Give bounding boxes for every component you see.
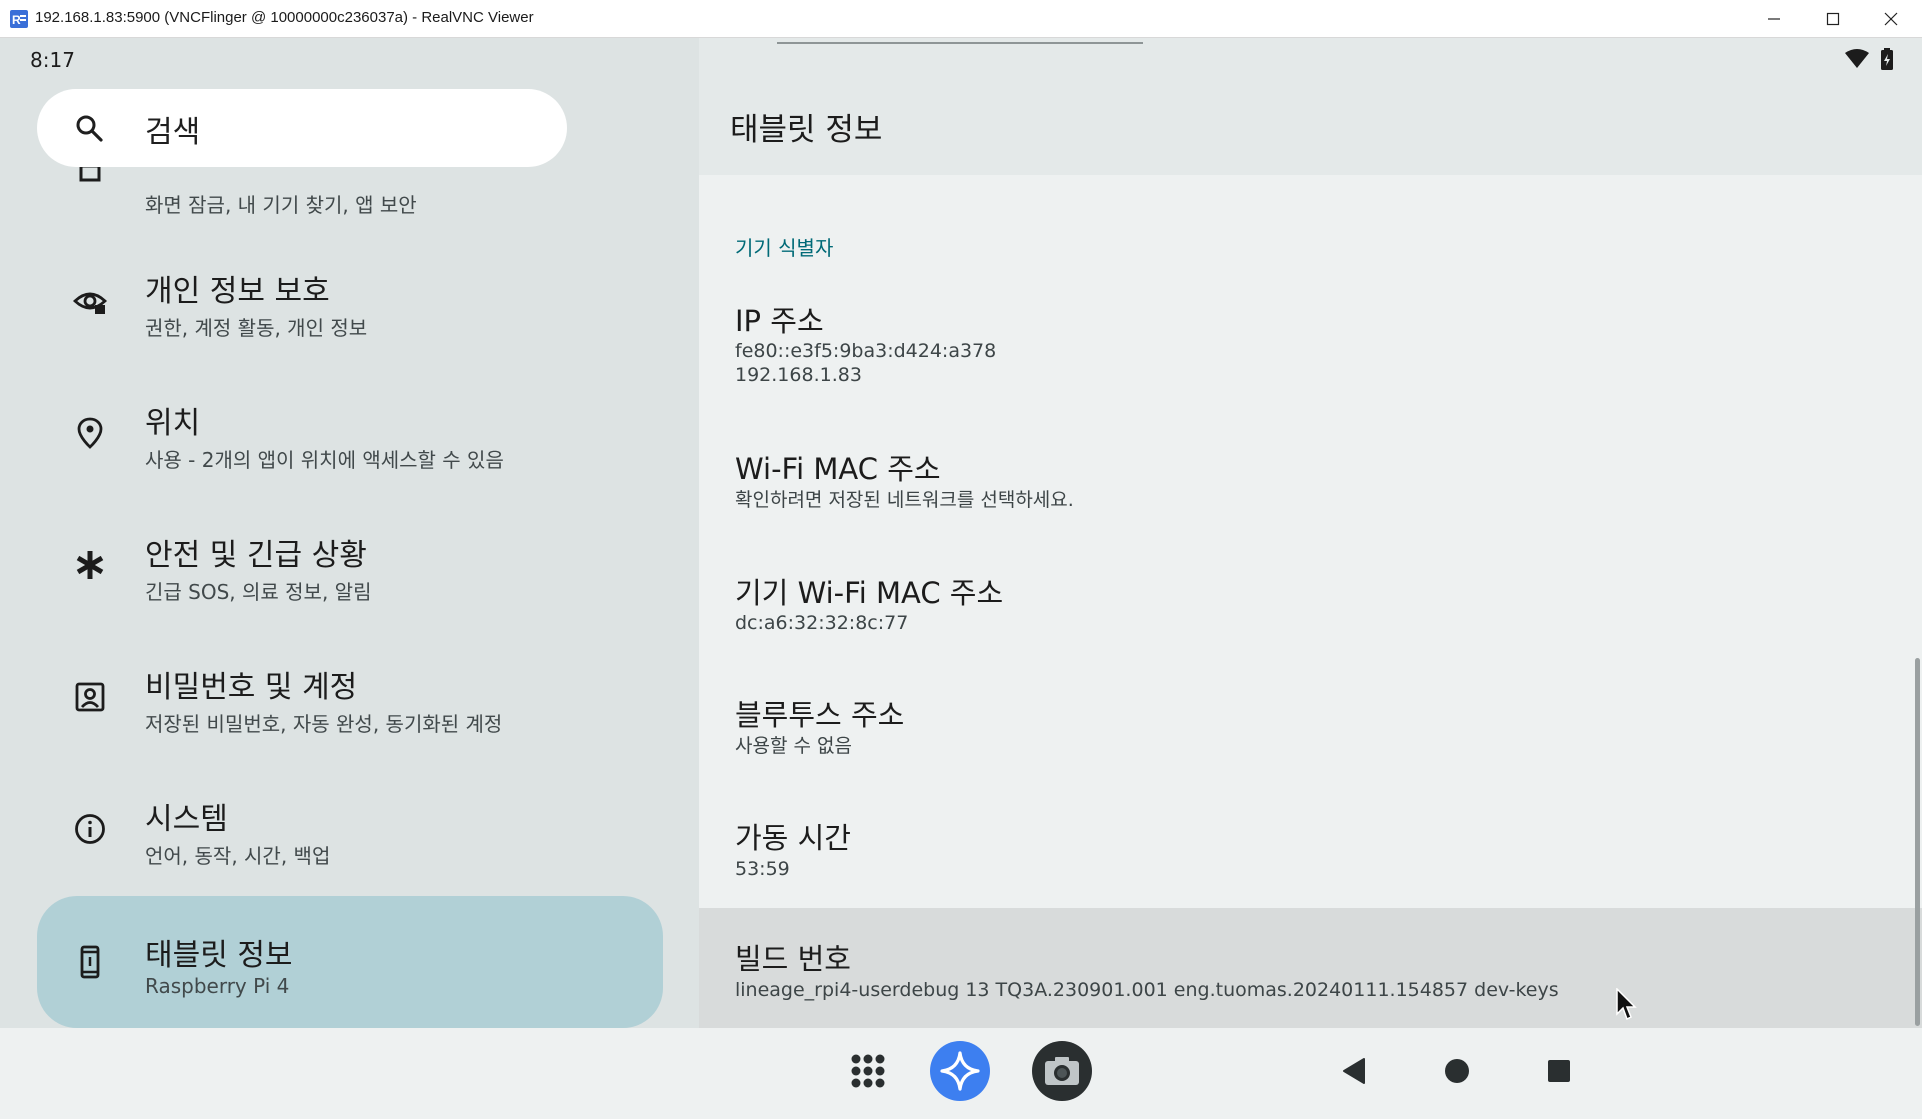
app-drawer-button[interactable]	[837, 1040, 899, 1102]
settings-sidebar: 8:17 화면 잠금, 내 기기 찾기, 앱 보안 검색 개인 정보 보호 권한…	[0, 38, 699, 1028]
sidebar-item-title: 안전 및 긴급 상황	[145, 538, 367, 573]
sidebar-item-subtitle: Raspberry Pi 4	[145, 974, 290, 998]
search-input[interactable]: 검색	[37, 89, 567, 167]
home-circle-icon	[1445, 1059, 1469, 1083]
assistant-sparkle-icon	[930, 1041, 990, 1101]
pref-wifi-mac[interactable]: Wi-Fi MAC 주소 확인하려면 저장된 네트워크를 선택하세요.	[699, 446, 1922, 556]
home-button[interactable]	[1426, 1040, 1488, 1102]
mouse-cursor-icon	[1616, 988, 1637, 1021]
close-icon	[1884, 12, 1898, 26]
pref-summary: fe80::e3f5:9ba3:d424:a378 192.168.1.83	[735, 340, 997, 386]
minimize-button[interactable]	[1745, 0, 1803, 38]
info-icon	[75, 814, 105, 844]
status-icons	[1844, 48, 1894, 70]
minimize-icon	[1768, 18, 1780, 20]
pref-ip-address[interactable]: IP 주소 fe80::e3f5:9ba3:d424:a378 192.168.…	[699, 298, 1922, 426]
assistant-button[interactable]	[929, 1040, 991, 1102]
search-placeholder: 검색	[145, 115, 201, 150]
detail-header: 태블릿 정보	[699, 38, 1922, 175]
sidebar-item-passwords-accounts[interactable]: 비밀번호 및 계정 저장된 비밀번호, 자동 완성, 동기화된 계정	[37, 632, 663, 762]
pref-device-wifi-mac[interactable]: 기기 Wi-Fi MAC 주소 dc:a6:32:32:8c:77	[699, 570, 1922, 680]
pref-summary: 53:59	[735, 858, 790, 880]
privacy-eye-icon	[73, 292, 107, 314]
pref-summary: dc:a6:32:32:8c:77	[735, 612, 909, 634]
sidebar-item-subtitle: 화면 잠금, 내 기기 찾기, 앱 보안	[145, 193, 417, 217]
sidebar-item-subtitle: 긴급 SOS, 의료 정보, 알림	[145, 580, 372, 604]
sidebar-item-title: 위치	[145, 406, 201, 441]
sidebar-item-subtitle: 언어, 동작, 시간, 백업	[145, 844, 331, 868]
sidebar-item-title: 비밀번호 및 계정	[145, 670, 358, 705]
pref-bluetooth-address[interactable]: 블루투스 주소 사용할 수 없음	[699, 692, 1922, 802]
camera-icon	[1032, 1041, 1092, 1101]
svg-text:R: R	[12, 13, 21, 27]
sidebar-item-tablet-info[interactable]: 태블릿 정보 Raspberry Pi 4	[37, 896, 663, 1028]
back-triangle-icon	[1343, 1058, 1365, 1084]
realvnc-icon: R	[10, 10, 28, 28]
pref-build-number[interactable]: 빌드 번호 lineage_rpi4-userdebug 13 TQ3A.230…	[699, 908, 1922, 1028]
battery-icon	[1881, 48, 1893, 70]
pref-summary: 사용할 수 없음	[735, 735, 852, 757]
top-strip	[777, 38, 1143, 44]
camera-app-button[interactable]	[1031, 1040, 1093, 1102]
maximize-button[interactable]	[1804, 0, 1862, 38]
tablet-icon	[80, 945, 100, 979]
pref-title: 블루투스 주소	[735, 698, 905, 732]
location-pin-icon	[77, 417, 103, 449]
detail-pane: 태블릿 정보 기기 식별자 IP 주소 fe80::e3f5:9ba3:d424…	[699, 38, 1922, 1028]
pref-title: 빌드 번호	[735, 942, 851, 976]
scrollbar[interactable]	[1915, 658, 1920, 1026]
back-button[interactable]	[1324, 1040, 1386, 1102]
section-label-device-identifiers: 기기 식별자	[735, 236, 834, 260]
pref-summary: 확인하려면 저장된 네트워크를 선택하세요.	[735, 489, 1074, 511]
pref-title: 가동 시간	[735, 821, 851, 855]
page-title: 태블릿 정보	[730, 112, 883, 148]
pref-title: IP 주소	[735, 304, 824, 338]
pref-title: 기기 Wi-Fi MAC 주소	[735, 576, 1004, 610]
recents-button[interactable]	[1528, 1040, 1590, 1102]
remote-screen[interactable]: 8:17 화면 잠금, 내 기기 찾기, 앱 보안 검색 개인 정보 보호 권한…	[0, 38, 1922, 1119]
maximize-icon	[1826, 12, 1840, 26]
sidebar-item-title: 개인 정보 보호	[145, 274, 330, 309]
recents-square-icon	[1548, 1060, 1570, 1082]
pref-summary: lineage_rpi4-userdebug 13 TQ3A.230901.00…	[735, 979, 1559, 1001]
pref-title: Wi-Fi MAC 주소	[735, 452, 941, 486]
sidebar-item-subtitle: 사용 - 2개의 앱이 위치에 액세스할 수 있음	[145, 448, 504, 472]
sidebar-item-safety[interactable]: 안전 및 긴급 상황 긴급 SOS, 의료 정보, 알림	[37, 500, 663, 630]
security-icon	[79, 166, 101, 182]
sidebar-item-location[interactable]: 위치 사용 - 2개의 앱이 위치에 액세스할 수 있음	[37, 368, 663, 498]
search-icon	[76, 115, 103, 142]
sidebar-item-subtitle: 저장된 비밀번호, 자동 완성, 동기화된 계정	[145, 712, 503, 736]
sidebar-item-title: 시스템	[145, 802, 228, 837]
sidebar-item-privacy[interactable]: 개인 정보 보호 권한, 계정 활동, 개인 정보	[37, 236, 663, 366]
emergency-asterisk-icon	[76, 551, 104, 579]
sidebar-item-system[interactable]: 시스템 언어, 동작, 시간, 백업	[37, 764, 663, 894]
sidebar-item-subtitle: 권한, 계정 활동, 개인 정보	[145, 316, 368, 340]
close-button[interactable]	[1862, 0, 1920, 38]
app-grid-icon	[851, 1054, 885, 1088]
sidebar-item-title: 태블릿 정보	[145, 938, 293, 973]
navigation-bar	[0, 1028, 1922, 1119]
account-box-icon	[75, 682, 105, 712]
status-time: 8:17	[30, 48, 75, 72]
wifi-icon	[1844, 49, 1869, 68]
window-title: 192.168.1.83:5900 (VNCFlinger @ 10000000…	[35, 9, 534, 26]
window-titlebar: R 192.168.1.83:5900 (VNCFlinger @ 100000…	[0, 0, 1922, 38]
